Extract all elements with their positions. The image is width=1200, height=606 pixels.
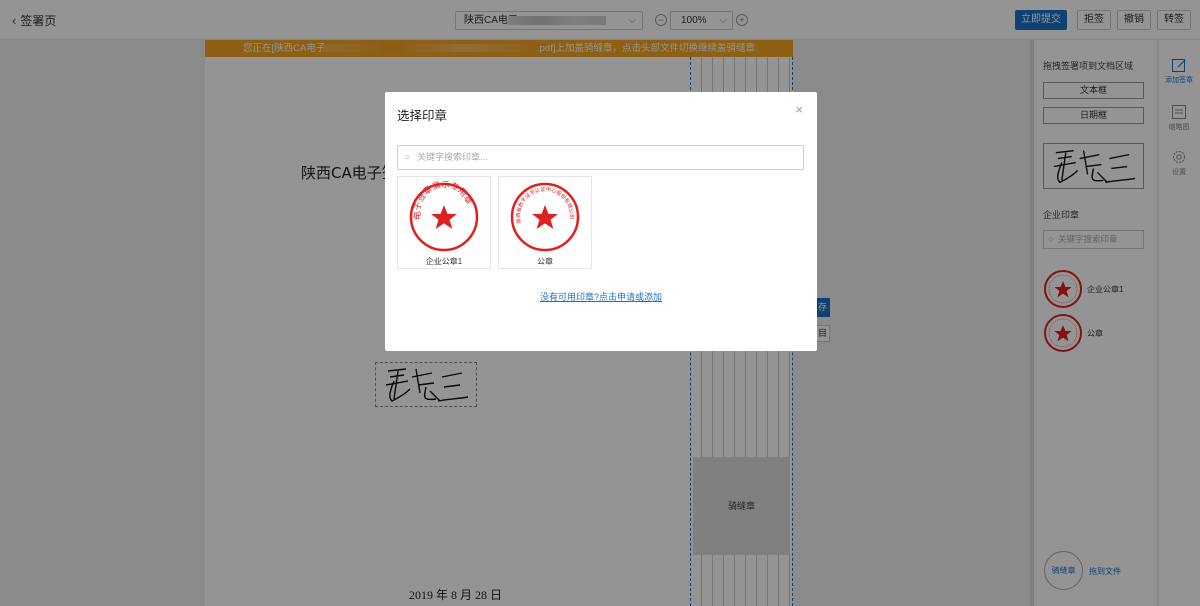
seal-name: 企业公章1: [425, 257, 463, 266]
apply-seal-link[interactable]: 没有可用印章?点击申请或添加: [385, 290, 817, 303]
seal-card[interactable]: 电子签章演示专用章 企业公章1: [397, 176, 491, 269]
close-icon[interactable]: ×: [795, 102, 803, 117]
seal-search-input[interactable]: ○ 关键字搜索印章...: [397, 145, 804, 170]
seal-image: 陕西省数字证书认证中心股份有限公司: [510, 182, 580, 252]
seal-card[interactable]: 陕西省数字证书认证中心股份有限公司 公章: [498, 176, 592, 269]
search-icon: ○: [404, 152, 411, 163]
modal-title: 选择印章: [397, 109, 448, 123]
seal-search-placeholder: 关键字搜索印章...: [417, 152, 488, 162]
seal-name: 公章: [537, 257, 553, 266]
seal-image: 电子签章演示专用章: [409, 179, 479, 252]
select-seal-modal: 选择印章 × ○ 关键字搜索印章... 电子签章演示专用章 企业公章1 陕西省数…: [385, 92, 817, 351]
